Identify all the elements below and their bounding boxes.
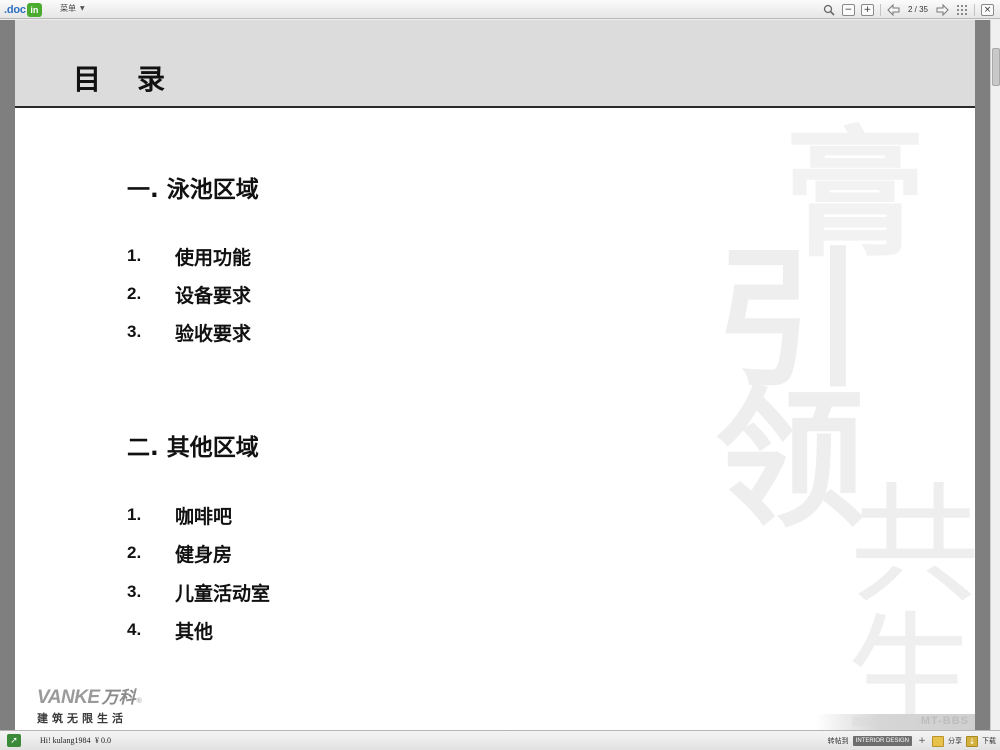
divider	[879, 3, 881, 16]
list-item: 4. 其他	[127, 617, 213, 643]
slide-header: 目录	[15, 20, 975, 108]
watermark-char: 共	[850, 469, 975, 621]
item-number: 3.	[127, 322, 142, 341]
search-icon[interactable]	[823, 3, 836, 16]
item-text: 验收要求	[175, 322, 252, 345]
item-number: 2.	[127, 543, 142, 562]
menu-label: 菜单	[60, 4, 76, 13]
next-page-icon[interactable]	[936, 3, 949, 16]
status-actions: 转帖到 INTERIOR DESIGN + 分享 ↓ 下载	[828, 733, 996, 749]
folder-icon[interactable]	[932, 735, 944, 747]
section-title: 二. 其他区域	[127, 435, 259, 461]
download-label[interactable]: 下载	[982, 736, 996, 746]
watermark-text: MT-BBS	[920, 715, 969, 727]
list-item: 3. 儿童活动室	[127, 579, 270, 605]
user-greeting: Hi! kulang1984	[40, 736, 91, 745]
item-text: 咖啡吧	[175, 505, 233, 528]
item-text: 健身房	[175, 543, 233, 566]
page-current: 2	[907, 5, 913, 14]
account-balance: ¥ 0.0	[95, 736, 111, 745]
list-item: 2. 设备要求	[127, 281, 251, 307]
logo-badge: in	[26, 2, 42, 17]
list-item: 1. 使用功能	[127, 243, 251, 269]
vanke-logo: VANKE 万科 ® 建筑无限生活	[37, 683, 177, 725]
arrow-icon[interactable]: ➚	[7, 734, 21, 747]
registered-mark: ®	[136, 698, 142, 705]
list-item: 2. 健身房	[127, 540, 232, 566]
watermark-char: 领	[715, 372, 866, 548]
list-item: 1. 咖啡吧	[127, 502, 232, 528]
interior-design-badge[interactable]: INTERIOR DESIGN	[852, 736, 912, 746]
close-icon[interactable]: ×	[981, 3, 994, 16]
item-text: 使用功能	[175, 246, 252, 269]
logo-text: .doc	[4, 3, 26, 16]
watermark-strip: MT-BBS	[815, 714, 975, 730]
page-title: 目录	[73, 63, 202, 96]
grid-view-icon[interactable]	[955, 3, 968, 16]
menu-button[interactable]: 菜单 ▼	[60, 3, 85, 14]
prev-page-icon[interactable]	[887, 3, 900, 16]
repost-label[interactable]: 转帖到	[828, 736, 849, 746]
docin-viewer: .doc in 菜单 ▼ − + 2 / 35 × 目录 膏 引 领 共 生 一…	[0, 0, 1000, 750]
section-title: 一. 泳池区域	[127, 177, 259, 203]
brand-wordmark: VANKE 万科 ®	[37, 683, 177, 709]
brand-slogan: 建筑无限生活	[37, 712, 127, 725]
item-number: 3.	[127, 582, 142, 601]
item-text: 设备要求	[175, 284, 252, 307]
status-bar: ➚ Hi! kulang1984 ¥ 0.0 转帖到 INTERIOR DESI…	[0, 730, 1000, 750]
download-icon[interactable]: ↓	[966, 735, 978, 747]
plus-icon[interactable]: +	[916, 736, 928, 747]
page-total: 35	[919, 5, 928, 14]
docin-logo[interactable]: .doc in	[4, 2, 42, 17]
item-number: 4.	[127, 620, 142, 639]
scrollbar-thumb[interactable]	[992, 48, 1000, 86]
document-viewport: 目录 膏 引 领 共 生 一. 泳池区域 1. 使用功能 2. 设备要求 3. …	[0, 20, 990, 730]
list-item: 3. 验收要求	[127, 319, 251, 345]
item-text: 儿童活动室	[175, 582, 271, 605]
slide-page: 目录 膏 引 领 共 生 一. 泳池区域 1. 使用功能 2. 设备要求 3. …	[15, 20, 975, 730]
share-label[interactable]: 分享	[948, 736, 962, 746]
item-number: 1.	[127, 246, 142, 265]
divider	[974, 3, 975, 16]
toolbar-controls: − + 2 / 35 ×	[823, 2, 994, 17]
page-indicator: 2 / 35	[906, 5, 930, 14]
item-text: 其他	[175, 620, 214, 643]
zoom-out-button[interactable]: −	[841, 3, 855, 16]
item-number: 2.	[127, 284, 142, 303]
watermark-char: 生	[845, 599, 975, 730]
top-toolbar: .doc in 菜单 ▼ − + 2 / 35 ×	[0, 0, 1000, 19]
vertical-scrollbar[interactable]	[990, 20, 1000, 730]
brand-cn: 万科	[101, 688, 136, 707]
brand-en: VANKE	[37, 687, 100, 708]
chevron-down-icon: ▼	[80, 5, 85, 12]
item-number: 1.	[127, 505, 142, 524]
zoom-in-button[interactable]: +	[860, 3, 874, 16]
